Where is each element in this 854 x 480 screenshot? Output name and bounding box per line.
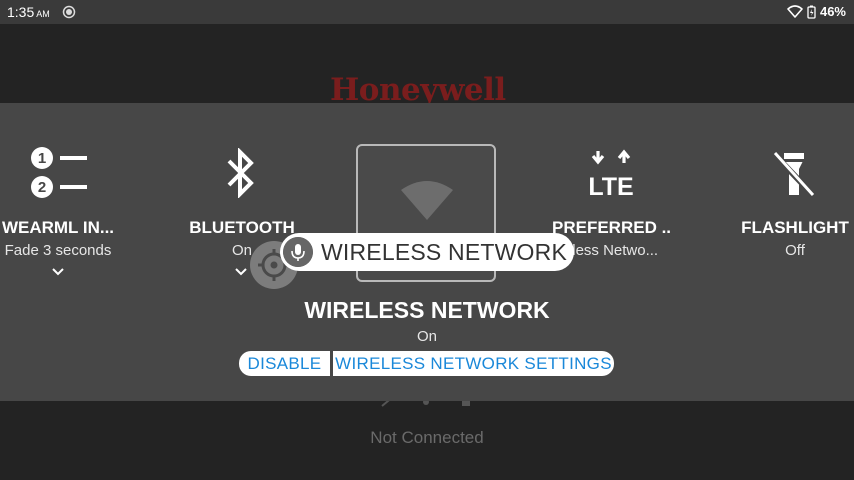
- detail-title: WIRELESS NETWORK: [304, 297, 550, 323]
- tile-preferred-title: PREFERRED ...: [552, 218, 670, 237]
- chevron-down-icon[interactable]: [234, 267, 248, 276]
- wireless-settings-button[interactable]: WIRELESS NETWORK SETTINGS: [333, 351, 614, 376]
- tile-flashlight[interactable]: FLASHLIGHT Off: [736, 218, 854, 259]
- svg-text:LTE: LTE: [588, 173, 633, 198]
- lte-icon: LTE: [588, 149, 634, 198]
- tile-wearml-subtitle: Fade 3 seconds: [4, 242, 112, 259]
- status-time: 1:35 AM: [7, 4, 50, 20]
- bluetooth-icon: [227, 148, 254, 198]
- numbered-list-icon: 1 2: [31, 147, 87, 198]
- tile-flashlight-subtitle: Off: [785, 242, 805, 259]
- tile-bluetooth-title: BLUETOOTH: [189, 218, 295, 237]
- status-bar: 1:35 AM 46%: [0, 0, 854, 24]
- battery-charging-icon: [807, 5, 816, 19]
- flashlight-off-icon: [772, 151, 816, 198]
- svg-text:2: 2: [38, 179, 46, 196]
- connection-status: Not Connected: [370, 428, 484, 447]
- status-time-value: 1:35: [7, 4, 35, 20]
- disable-button[interactable]: DISABLE: [239, 351, 330, 376]
- wifi-icon: [401, 181, 453, 220]
- chevron-down-icon[interactable]: [51, 267, 65, 276]
- tile-wearml-title: WEARML IN...: [1, 218, 115, 237]
- microphone-icon: [283, 237, 313, 267]
- status-time-ampm: AM: [36, 9, 50, 19]
- voice-command-hint: WIRELESS NETWORK: [280, 233, 574, 271]
- tile-wearml[interactable]: WEARML IN... Fade 3 seconds: [0, 218, 116, 259]
- tile-flashlight-title: FLASHLIGHT: [741, 218, 849, 237]
- detail-status: On: [416, 328, 437, 345]
- voice-command-text: WIRELESS NETWORK: [321, 239, 568, 265]
- location-icon: [62, 5, 76, 19]
- status-right-group: 46%: [787, 4, 846, 19]
- wifi-icon: [787, 5, 803, 18]
- battery-percent: 46%: [819, 4, 846, 19]
- svg-text:1: 1: [38, 150, 46, 167]
